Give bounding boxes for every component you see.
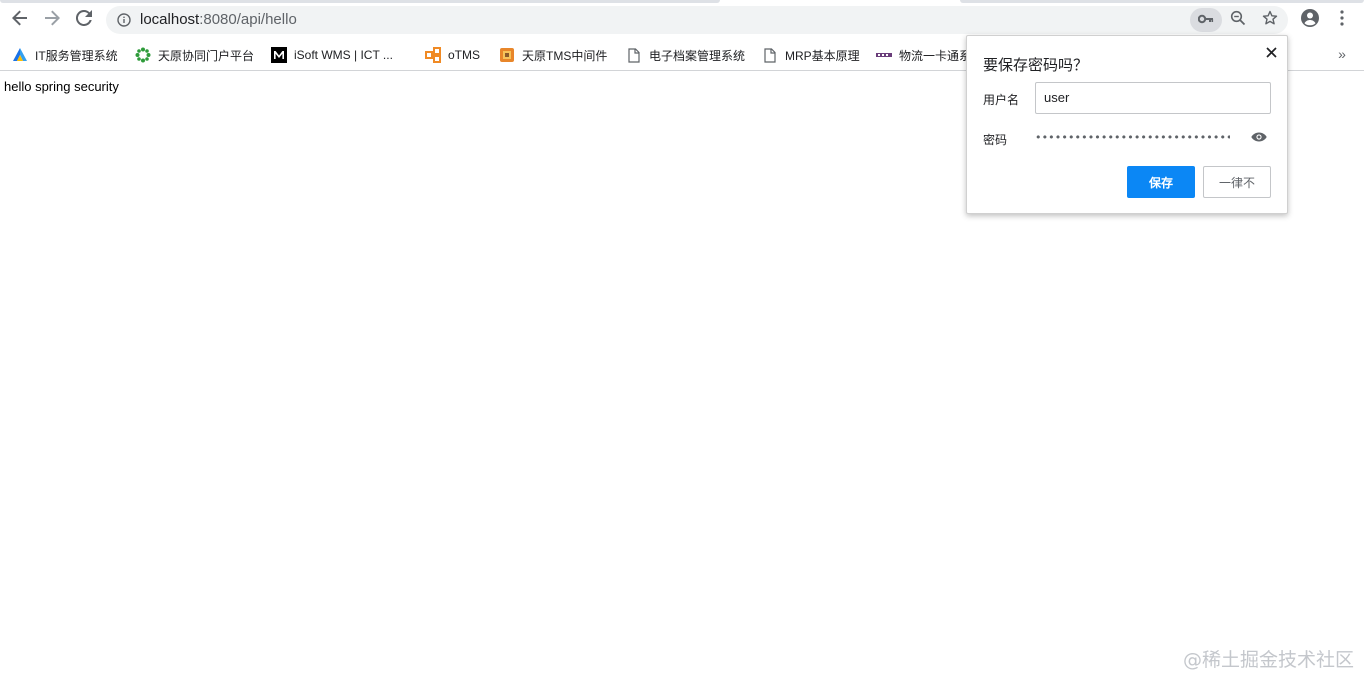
bookmark-item[interactable]: oTMS [425, 43, 480, 67]
bookmark-label: IT服务管理系统 [35, 48, 118, 63]
account-icon [1300, 8, 1320, 33]
close-button[interactable] [1261, 44, 1281, 64]
bookmark-item[interactable]: 物流一卡通系 [876, 43, 971, 67]
reload-button[interactable] [70, 6, 98, 34]
url-host: localhost [140, 11, 200, 28]
zoom-button[interactable] [1226, 8, 1250, 32]
bookmark-item[interactable]: 电子档案管理系统 [626, 43, 745, 67]
gear-flower-icon [135, 47, 151, 63]
save-password-dialog: 要保存密码吗？ 用户名 user 密码 ••••••••••••••••••••… [966, 35, 1288, 214]
back-button[interactable] [6, 6, 34, 34]
star-icon [1262, 10, 1278, 31]
forward-button[interactable] [38, 6, 66, 34]
bookmark-label: 电子档案管理系统 [649, 48, 746, 63]
page-icon [762, 47, 778, 63]
bookmark-label: MRP基本原理 [785, 48, 860, 63]
m-logo-icon [271, 47, 287, 63]
password-value: ••••••••••••••••••••••••••••••••... [1035, 131, 1230, 144]
tab-strip-hint [960, 0, 1364, 3]
info-icon[interactable] [115, 11, 133, 29]
bookmark-label: 物流一卡通系 [899, 48, 972, 63]
page-icon [626, 47, 642, 63]
dialog-title: 要保存密码吗？ [983, 57, 1089, 74]
page-body-text: hello spring security [4, 79, 119, 94]
bookmark-item[interactable]: 天原TMS中间件 [499, 43, 607, 67]
show-password-button[interactable] [1249, 129, 1269, 147]
bookmark-label: iSoft WMS | ICT ... [294, 48, 393, 62]
url-text[interactable]: localhost:8080/api/hello [140, 12, 297, 28]
eye-icon [1251, 129, 1267, 147]
password-label: 密码 [983, 133, 1008, 147]
bookmark-item[interactable]: 天原协同门户平台 [135, 43, 254, 67]
bookmark-star-button[interactable] [1258, 8, 1282, 32]
kebab-menu-icon [1340, 9, 1344, 31]
menu-button[interactable] [1328, 6, 1356, 34]
key-icon [1197, 11, 1214, 29]
close-icon [1265, 45, 1277, 63]
bookmarks-overflow-button[interactable]: » [1334, 46, 1350, 64]
tms-logo-icon [499, 47, 515, 63]
address-bar[interactable]: localhost:8080/api/hello [106, 6, 1288, 34]
reload-icon [75, 9, 92, 31]
watermark-text: @稀土掘金技术社区 [1183, 649, 1355, 671]
small-logo-icon [876, 47, 892, 63]
never-button[interactable]: 一律不 [1203, 166, 1271, 198]
account-button[interactable] [1296, 6, 1324, 34]
otms-logo-icon [425, 47, 441, 63]
arrow-back-icon [12, 10, 28, 31]
zoom-icon [1230, 10, 1246, 31]
tab-strip-hint [0, 0, 720, 3]
bookmark-label: oTMS [448, 48, 481, 62]
browser-toolbar: localhost:8080/api/hello [0, 0, 1364, 40]
bookmark-item[interactable]: IT服务管理系统 [12, 43, 118, 67]
bookmark-label: 天原协同门户平台 [158, 48, 255, 63]
bookmark-label: 天原TMS中间件 [522, 48, 608, 63]
save-button[interactable]: 保存 [1127, 166, 1195, 198]
triangle-logo-icon [12, 47, 28, 63]
username-label: 用户名 [983, 93, 1020, 107]
username-field[interactable]: user [1035, 82, 1271, 114]
manage-passwords-button[interactable] [1190, 8, 1222, 32]
bookmark-item[interactable]: MRP基本原理 [762, 43, 860, 67]
arrow-forward-icon [44, 10, 60, 31]
bookmark-item[interactable]: iSoft WMS | ICT ... [271, 43, 393, 67]
url-path: :8080/api/hello [199, 11, 297, 28]
